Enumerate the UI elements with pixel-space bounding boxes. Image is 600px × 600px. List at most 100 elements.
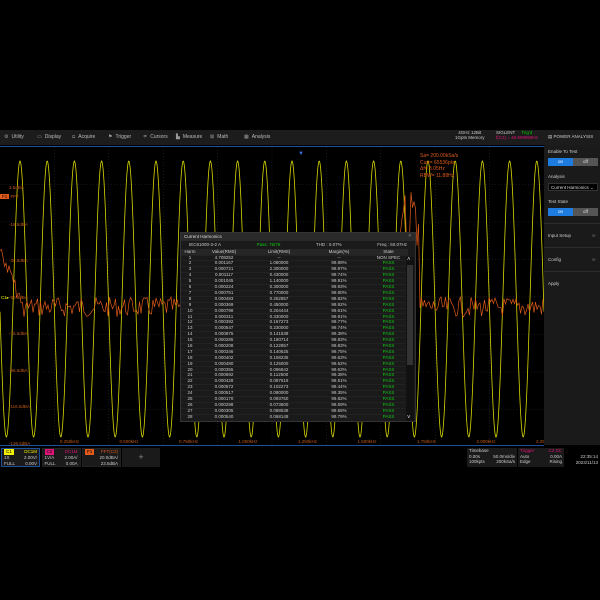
table-row: 280.0005400.06814899.79%PASS bbox=[181, 414, 408, 420]
menu-label: Display bbox=[45, 134, 61, 140]
x-axis-label: 0.250kHz bbox=[60, 439, 79, 444]
scroll-down-icon[interactable]: ˅ bbox=[407, 415, 411, 421]
dialog-summary: IEC61000-3-2 APass: 76/76THD : 0.07%Freq… bbox=[181, 241, 415, 249]
current-harmonics-dialog: Current Harmonics✕ IEC61000-3-2 APass: 7… bbox=[180, 232, 416, 422]
channel-bw: FULL bbox=[4, 461, 15, 467]
x-axis-label: 2.000kHz bbox=[477, 439, 496, 444]
math-icon: ⊠ bbox=[210, 134, 214, 140]
pass-count: Pass: 76/76 bbox=[257, 242, 281, 248]
fft-label: FFT bbox=[11, 194, 19, 199]
menu-cursors[interactable]: ≑Cursors bbox=[143, 134, 168, 140]
enable-to-test-toggle[interactable]: onoff bbox=[548, 158, 598, 166]
harmonics-table: HarmValue(RMS)Limit(RMS)Margin(%)State14… bbox=[181, 249, 408, 420]
channel-c2-box[interactable]: C2DC1M 1V/A2.00A/ FULL0.00A bbox=[42, 448, 81, 467]
channel-offset: 0.00V bbox=[25, 461, 37, 467]
y-axis-label: -116.5dBA bbox=[9, 404, 30, 409]
x-axis-label: 1.000kHz bbox=[239, 439, 258, 444]
channel-offset: 23.5dBA bbox=[101, 461, 118, 467]
scrollbar[interactable]: ˄˅ bbox=[406, 257, 414, 421]
submenu-arrow-icon: ⊳ bbox=[592, 257, 596, 263]
y-axis-label: -96.5dBA bbox=[9, 368, 28, 373]
menu-measure[interactable]: ▙Measure bbox=[176, 134, 202, 140]
value-cell: 0.000540 bbox=[199, 414, 249, 420]
clock: 22:35:142023/11/13 bbox=[566, 454, 598, 465]
y-axis-label: -16.5dBA bbox=[9, 222, 28, 227]
test-state-label: Test State bbox=[548, 199, 568, 204]
menu-label: Utility bbox=[11, 134, 23, 140]
menu-trigger[interactable]: ⚑Trigger bbox=[108, 134, 131, 140]
add-channel-button[interactable]: + bbox=[122, 448, 160, 467]
analysis-label: Analysis bbox=[548, 174, 565, 179]
channel-c1-box[interactable]: C1DC1M 1X2.00V/ FULL0.00V bbox=[1, 448, 40, 467]
analysis-value: Current Harmonics bbox=[551, 185, 589, 190]
trigger-box[interactable]: TriggerC2 DCAuto0.00AEdgeRising bbox=[518, 448, 564, 467]
status-bar: C1DC1M 1X2.00V/ FULL0.00VC2DC1M 1V/A2.00… bbox=[0, 447, 600, 469]
menu-label: Measure bbox=[183, 134, 202, 140]
menu-acquire[interactable]: ⩍Acquire bbox=[72, 134, 95, 140]
fft-tag: F1 bbox=[0, 194, 9, 199]
input-setup-label: Input Setup bbox=[548, 233, 571, 238]
analysis-icon: ▦ bbox=[244, 134, 249, 140]
c1-offset-marker[interactable]: C1▸ bbox=[1, 295, 9, 301]
test-state-off[interactable]: off bbox=[573, 208, 598, 216]
apply-button[interactable]: Apply bbox=[544, 271, 600, 293]
dialog-title: Current Harmonics bbox=[184, 234, 222, 239]
scroll-thumb[interactable] bbox=[407, 265, 413, 365]
trigger-type: Edge bbox=[520, 459, 531, 465]
x-axis-label: 0.500kHz bbox=[120, 439, 139, 444]
timebase-box[interactable]: Timebase0.00s50.0ms/div100kpts200kSa/s bbox=[467, 448, 517, 467]
test-state-toggle[interactable]: onoff bbox=[548, 208, 598, 216]
test-state-on[interactable]: on bbox=[548, 208, 573, 216]
menu-label: Cursors bbox=[150, 134, 168, 140]
margin-cell: 99.79% bbox=[309, 414, 369, 420]
menu-label: Trigger bbox=[115, 134, 131, 140]
mode-title-text: POWER ANALYSIS bbox=[554, 134, 594, 139]
cursors-icon: ≑ bbox=[143, 134, 147, 140]
enable-on[interactable]: on bbox=[548, 158, 573, 166]
memory-depth: 100kpts bbox=[469, 459, 485, 465]
harm-cell: 28 bbox=[181, 414, 199, 420]
channel-tag: F1 bbox=[85, 449, 94, 455]
chevron-down-icon: ⌄ bbox=[590, 185, 594, 190]
x-axis-label: 1.500kHz bbox=[358, 439, 377, 444]
menu-math[interactable]: ⊠Math bbox=[210, 134, 228, 140]
menu-display[interactable]: ▭Display bbox=[37, 134, 61, 140]
acquire-icon: ⩍ bbox=[72, 134, 75, 140]
scroll-up-icon[interactable]: ˄ bbox=[407, 257, 411, 263]
channel-offset: 0.00A bbox=[66, 461, 78, 467]
apply-label: Apply bbox=[548, 281, 559, 286]
rbw: RBW= 11.88Hz bbox=[420, 173, 458, 180]
submenu-arrow-icon: ⊳ bbox=[592, 233, 596, 239]
fft-measurements: Sa= 200.00kSa/sCurr= 65536ptsΔf= 3.05HzR… bbox=[420, 153, 458, 179]
menu-utility[interactable]: ⚙Utility bbox=[4, 134, 24, 140]
thd: THD : 0.07% bbox=[316, 242, 342, 248]
config-button[interactable]: Config ⊳ bbox=[544, 247, 600, 269]
y-axis-label: -76.5dBA bbox=[9, 331, 28, 336]
fft-badge[interactable]: F1 FFT bbox=[0, 194, 19, 199]
x-axis-label: 0.750kHz bbox=[179, 439, 198, 444]
y-axis-label: 3.5dBA bbox=[9, 185, 24, 190]
y-axis-label: -36.5dBA bbox=[9, 258, 28, 263]
mode-title[interactable]: ▤ POWER ANALYSIS bbox=[548, 134, 593, 140]
y-axis-label: -136.5dBA bbox=[9, 441, 30, 446]
trigger-slope: Rising bbox=[549, 459, 562, 465]
trigger-icon: ⚑ bbox=[108, 134, 112, 140]
analysis-select[interactable]: Current Harmonics ⌄ bbox=[548, 183, 598, 191]
input-setup-button[interactable]: Input Setup ⊳ bbox=[544, 223, 600, 245]
state-cell: PASS bbox=[369, 414, 408, 420]
spec-memory: 1Gpts Memory bbox=[455, 135, 485, 140]
menu-label: Math bbox=[217, 134, 228, 140]
fundamental-freq: Freq : 50.07Hz bbox=[377, 242, 407, 248]
frequency-counter: f(C2) = 49.999959Hz bbox=[496, 135, 538, 140]
gear-icon: ⚙ bbox=[4, 134, 8, 140]
dialog-title-bar: Current Harmonics ✕ bbox=[181, 233, 415, 241]
enable-off[interactable]: off bbox=[573, 158, 598, 166]
sample-rate: Sa= 200.00kSa/s bbox=[420, 153, 458, 160]
menu-analysis[interactable]: ▦Analysis bbox=[244, 134, 270, 140]
channel-f1-box[interactable]: F1FFT(C2) 20.0dBA/ 23.5dBA bbox=[82, 448, 121, 467]
limit-cell: 0.068148 bbox=[249, 414, 309, 420]
trigger-position-marker[interactable]: ▼ bbox=[298, 151, 304, 157]
close-icon[interactable]: ✕ bbox=[408, 233, 412, 239]
clock-date: 2023/11/13 bbox=[566, 460, 598, 466]
config-label: Config bbox=[548, 257, 561, 262]
